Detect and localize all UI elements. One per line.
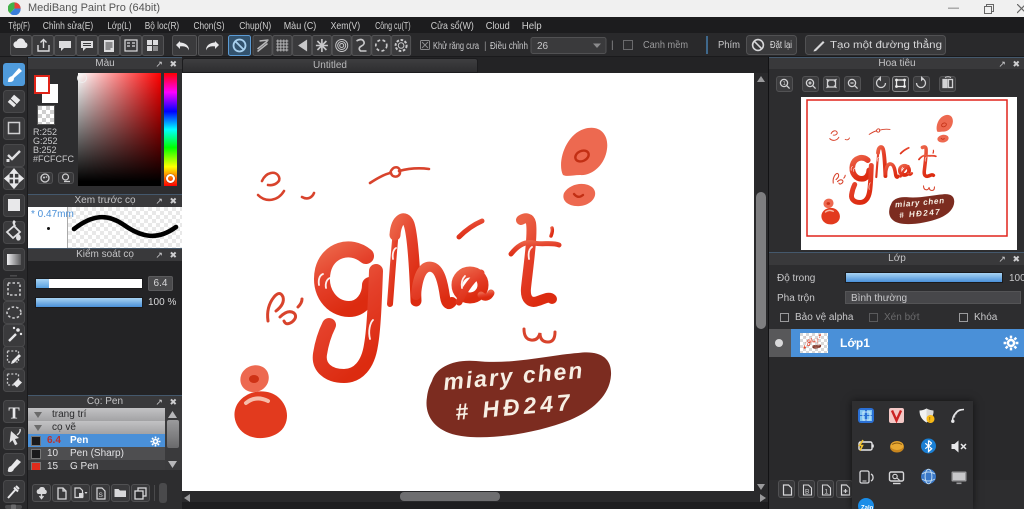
svg-text:|: | xyxy=(484,41,487,52)
svg-text:Khử răng cưa: Khử răng cưa xyxy=(433,40,479,52)
svg-text:Công cụ(T): Công cụ(T) xyxy=(375,20,411,32)
svg-text:T: T xyxy=(8,404,20,423)
svg-text:S: S xyxy=(99,492,104,499)
svg-text:Help: Help xyxy=(522,20,542,32)
svg-text:Tệp(F): Tệp(F) xyxy=(8,20,30,32)
svg-text:Lớp(L): Lớp(L) xyxy=(107,20,131,32)
svg-text:Cửa sổ(W): Cửa sổ(W) xyxy=(431,20,474,32)
svg-text:Màu (C): Màu (C) xyxy=(284,20,317,32)
svg-text:Cloud: Cloud xyxy=(486,20,510,32)
svg-text:Chọn(S): Chọn(S) xyxy=(194,20,225,32)
svg-text:Xem(V): Xem(V) xyxy=(331,20,361,32)
svg-text:26: 26 xyxy=(537,41,549,52)
svg-text:Tạo một đường thẳng: Tạo một đường thẳng xyxy=(830,38,942,51)
svg-text:1: 1 xyxy=(783,81,786,87)
svg-text:Zalo: Zalo xyxy=(861,506,874,509)
svg-text:1: 1 xyxy=(824,488,828,495)
svg-text:Phím: Phím xyxy=(718,40,740,51)
svg-text:Bộ loc(R): Bộ loc(R) xyxy=(145,20,180,32)
svg-text:Đặt lại: Đặt lại xyxy=(770,40,792,51)
svg-text:Điều chỉnh: Điều chỉnh xyxy=(490,40,528,52)
svg-text:Chụp(N): Chụp(N) xyxy=(239,20,271,32)
svg-text:Chỉnh sửa(E): Chỉnh sửa(E) xyxy=(43,20,93,32)
svg-text:Canh mềm: Canh mềm xyxy=(643,39,688,51)
svg-text:|: | xyxy=(611,40,614,51)
svg-text:B: B xyxy=(805,488,809,495)
